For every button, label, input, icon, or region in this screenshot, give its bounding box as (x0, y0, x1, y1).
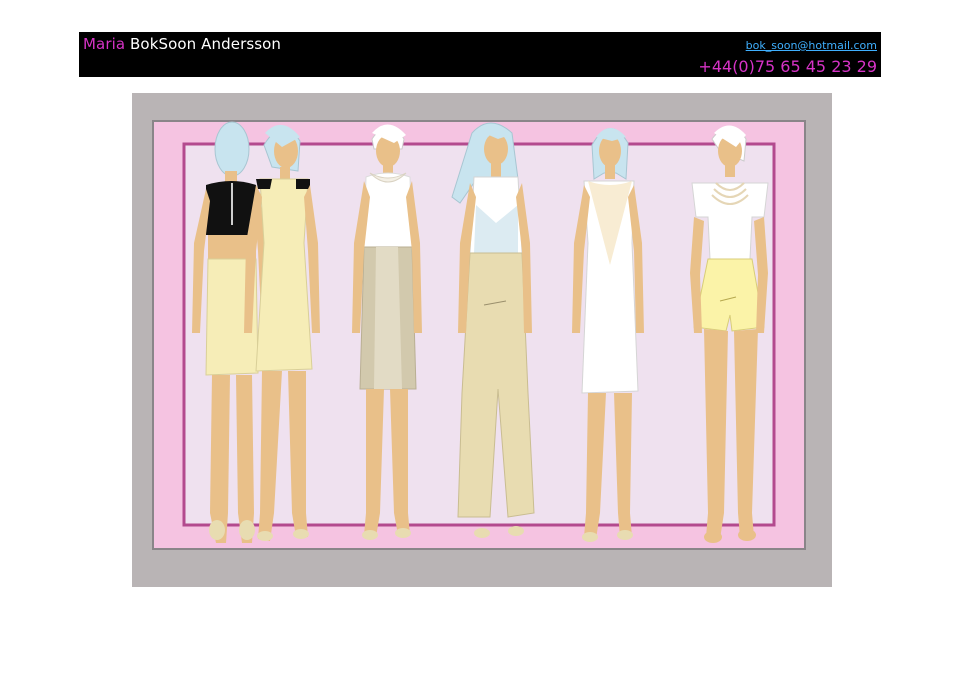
figure-4-wide-trousers (451, 122, 535, 538)
designer-name: Maria BokSoon Andersson (83, 35, 281, 53)
email-link[interactable]: bok_soon@hotmail.com (746, 39, 877, 52)
portfolio-page: Maria BokSoon Andersson bok_soon@hotmail… (0, 0, 960, 679)
phone-number: +44(0)75 65 45 23 29 (698, 57, 877, 76)
contact-header-bar: Maria BokSoon Andersson bok_soon@hotmail… (79, 32, 881, 77)
fashion-lineup-svg (132, 93, 832, 587)
designer-surname: BokSoon Andersson (125, 35, 282, 53)
fashion-illustration (132, 93, 832, 587)
designer-first-name: Maria (83, 35, 126, 53)
